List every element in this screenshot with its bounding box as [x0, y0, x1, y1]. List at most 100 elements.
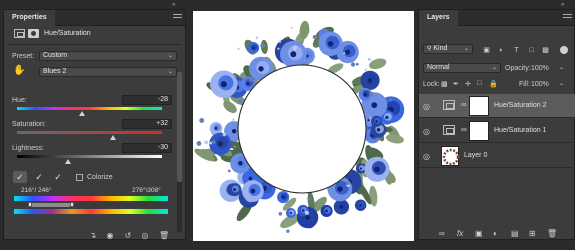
flower-shape — [279, 40, 307, 68]
collapse-icon[interactable]: » — [561, 2, 565, 8]
filter-kind-select[interactable]: ⚲ Kind ⌄ — [423, 44, 473, 54]
colorize-checkbox[interactable] — [76, 174, 83, 181]
filter-pixel-icon[interactable]: ▣ — [482, 47, 491, 55]
fill-value[interactable]: 100% — [531, 81, 549, 88]
hue-input[interactable]: -28 — [122, 95, 172, 105]
clip-to-layer-icon[interactable]: ↴ — [88, 231, 98, 240]
eyedropper-minus-icon[interactable]: ✓ — [51, 171, 65, 183]
accent-dot — [345, 180, 351, 185]
eyedropper-icon[interactable]: ✓ — [13, 171, 27, 183]
layer-row[interactable]: ◎ ∞ Hue/Saturation 2 — [419, 94, 575, 118]
accent-dot — [364, 68, 367, 72]
hue-slider-thumb[interactable] — [79, 111, 86, 116]
view-previous-icon[interactable]: ◉ — [105, 231, 115, 240]
accent-dot — [199, 118, 205, 123]
flower-shape — [241, 180, 264, 202]
tab-layers[interactable]: Layers — [419, 10, 458, 26]
new-layer-icon[interactable]: ⊞ — [529, 229, 536, 238]
chevron-down-icon[interactable]: ⌄ — [559, 80, 564, 87]
layer-name[interactable]: Hue/Saturation 2 — [494, 102, 547, 109]
lightness-slider-thumb[interactable] — [64, 159, 71, 164]
collapse-icon[interactable]: » — [172, 2, 176, 8]
flower-shape — [210, 70, 238, 98]
chain-link-icon[interactable]: ∞ — [461, 100, 467, 109]
preset-label: Preset: — [12, 53, 35, 60]
lightness-slider-track[interactable] — [17, 155, 162, 158]
saturation-slider-thumb[interactable] — [109, 135, 116, 140]
layer-mask-thumbnail[interactable] — [469, 121, 489, 141]
accent-dot — [312, 34, 317, 40]
chevron-down-icon: ⌄ — [463, 46, 469, 52]
link-layers-icon[interactable]: ∞ — [439, 229, 445, 238]
properties-scrollbar[interactable] — [177, 72, 182, 232]
blend-mode-select[interactable]: Normal ⌄ — [423, 63, 501, 73]
chain-link-icon[interactable]: ∞ — [461, 125, 467, 134]
lock-all-icon[interactable]: 🔒 — [489, 80, 498, 88]
lock-label: Lock: — [423, 81, 440, 88]
filter-type-icon[interactable]: T — [512, 47, 521, 55]
layer-name[interactable]: Hue/Saturation 1 — [494, 127, 547, 134]
search-icon: ⚲ — [427, 46, 432, 52]
layer-style-icon[interactable]: fx — [457, 229, 463, 238]
range-left-handle[interactable] — [28, 202, 32, 207]
fill-label: Fill: — [519, 81, 530, 88]
accent-dot — [227, 169, 231, 173]
lock-artboard-icon[interactable]: □ — [477, 80, 481, 87]
blend-mode-value: Normal — [427, 64, 450, 71]
accent-dot — [343, 52, 346, 55]
tab-properties[interactable]: Properties — [4, 10, 55, 26]
wreath-thumbnail-image — [442, 148, 460, 166]
new-group-icon[interactable]: ▤ — [511, 229, 519, 238]
accent-dot — [255, 36, 259, 40]
eyedropper-plus-icon[interactable]: ✓ — [32, 171, 46, 183]
layer-thumbnail[interactable] — [441, 146, 460, 166]
hand-icon[interactable]: ✋ — [13, 65, 25, 76]
layer-row[interactable]: ◎ Layer 0 — [419, 144, 575, 168]
new-adjustment-icon[interactable]: ◐ — [493, 229, 498, 238]
eye-icon[interactable]: ◎ — [140, 231, 150, 240]
eye-icon[interactable]: ◎ — [423, 102, 430, 111]
filter-adjustment-icon[interactable]: ◐ — [497, 47, 506, 55]
accent-dot — [292, 45, 298, 51]
trash-icon[interactable]: 🗑 — [547, 229, 557, 238]
filter-shape-icon[interactable]: □ — [527, 47, 536, 55]
add-mask-icon[interactable]: ▣ — [475, 229, 483, 238]
layer-name[interactable]: Layer 0 — [464, 152, 487, 159]
chevron-down-icon[interactable]: ⌄ — [559, 64, 564, 71]
reset-icon[interactable]: ↺ — [123, 231, 133, 240]
properties-panel: Properties » Hue/Saturation Preset: Cust… — [3, 2, 186, 240]
hue-slider-track[interactable] — [17, 107, 162, 110]
layer-row[interactable]: ◎ ∞ Hue/Saturation 1 — [419, 119, 575, 143]
accent-dot — [290, 26, 293, 29]
filter-smart-object-icon[interactable]: ▩ — [541, 47, 550, 55]
adjustment-layer-icon[interactable] — [14, 29, 25, 38]
channel-select[interactable]: Blues 2 ⌄ — [39, 67, 177, 77]
eye-icon[interactable]: ◎ — [423, 127, 430, 136]
range-selection[interactable] — [32, 203, 72, 207]
layer-mask-thumbnail[interactable] — [469, 96, 489, 116]
lock-image-icon[interactable]: ✒ — [453, 80, 459, 88]
accent-dot — [390, 98, 393, 102]
saturation-slider-track[interactable] — [17, 131, 162, 134]
panel-menu-icon[interactable] — [563, 14, 572, 22]
filter-toggle-icon[interactable] — [560, 46, 568, 54]
mask-icon[interactable] — [28, 29, 39, 38]
accent-dot — [238, 99, 243, 104]
document-canvas[interactable] — [193, 11, 414, 241]
eye-icon[interactable]: ◎ — [423, 152, 430, 161]
panel-menu-icon[interactable] — [173, 14, 182, 22]
saturation-input[interactable]: +32 — [122, 119, 172, 129]
preset-select[interactable]: Custom ⌄ — [39, 51, 177, 61]
accent-dot — [222, 132, 227, 137]
range-right-handle[interactable] — [70, 202, 74, 207]
accent-dot — [277, 47, 280, 50]
adjustment-header: Hue/Saturation — [14, 28, 184, 42]
lock-position-icon[interactable]: ✛ — [465, 80, 471, 88]
flower-shape — [277, 191, 290, 204]
trash-icon[interactable]: 🗑 — [159, 231, 169, 240]
accent-dot — [313, 201, 316, 205]
lock-transparent-icon[interactable]: ▩ — [441, 80, 448, 88]
lightness-input[interactable]: -30 — [122, 143, 172, 153]
opacity-value[interactable]: 100% — [531, 65, 549, 72]
accent-dot — [260, 43, 265, 48]
